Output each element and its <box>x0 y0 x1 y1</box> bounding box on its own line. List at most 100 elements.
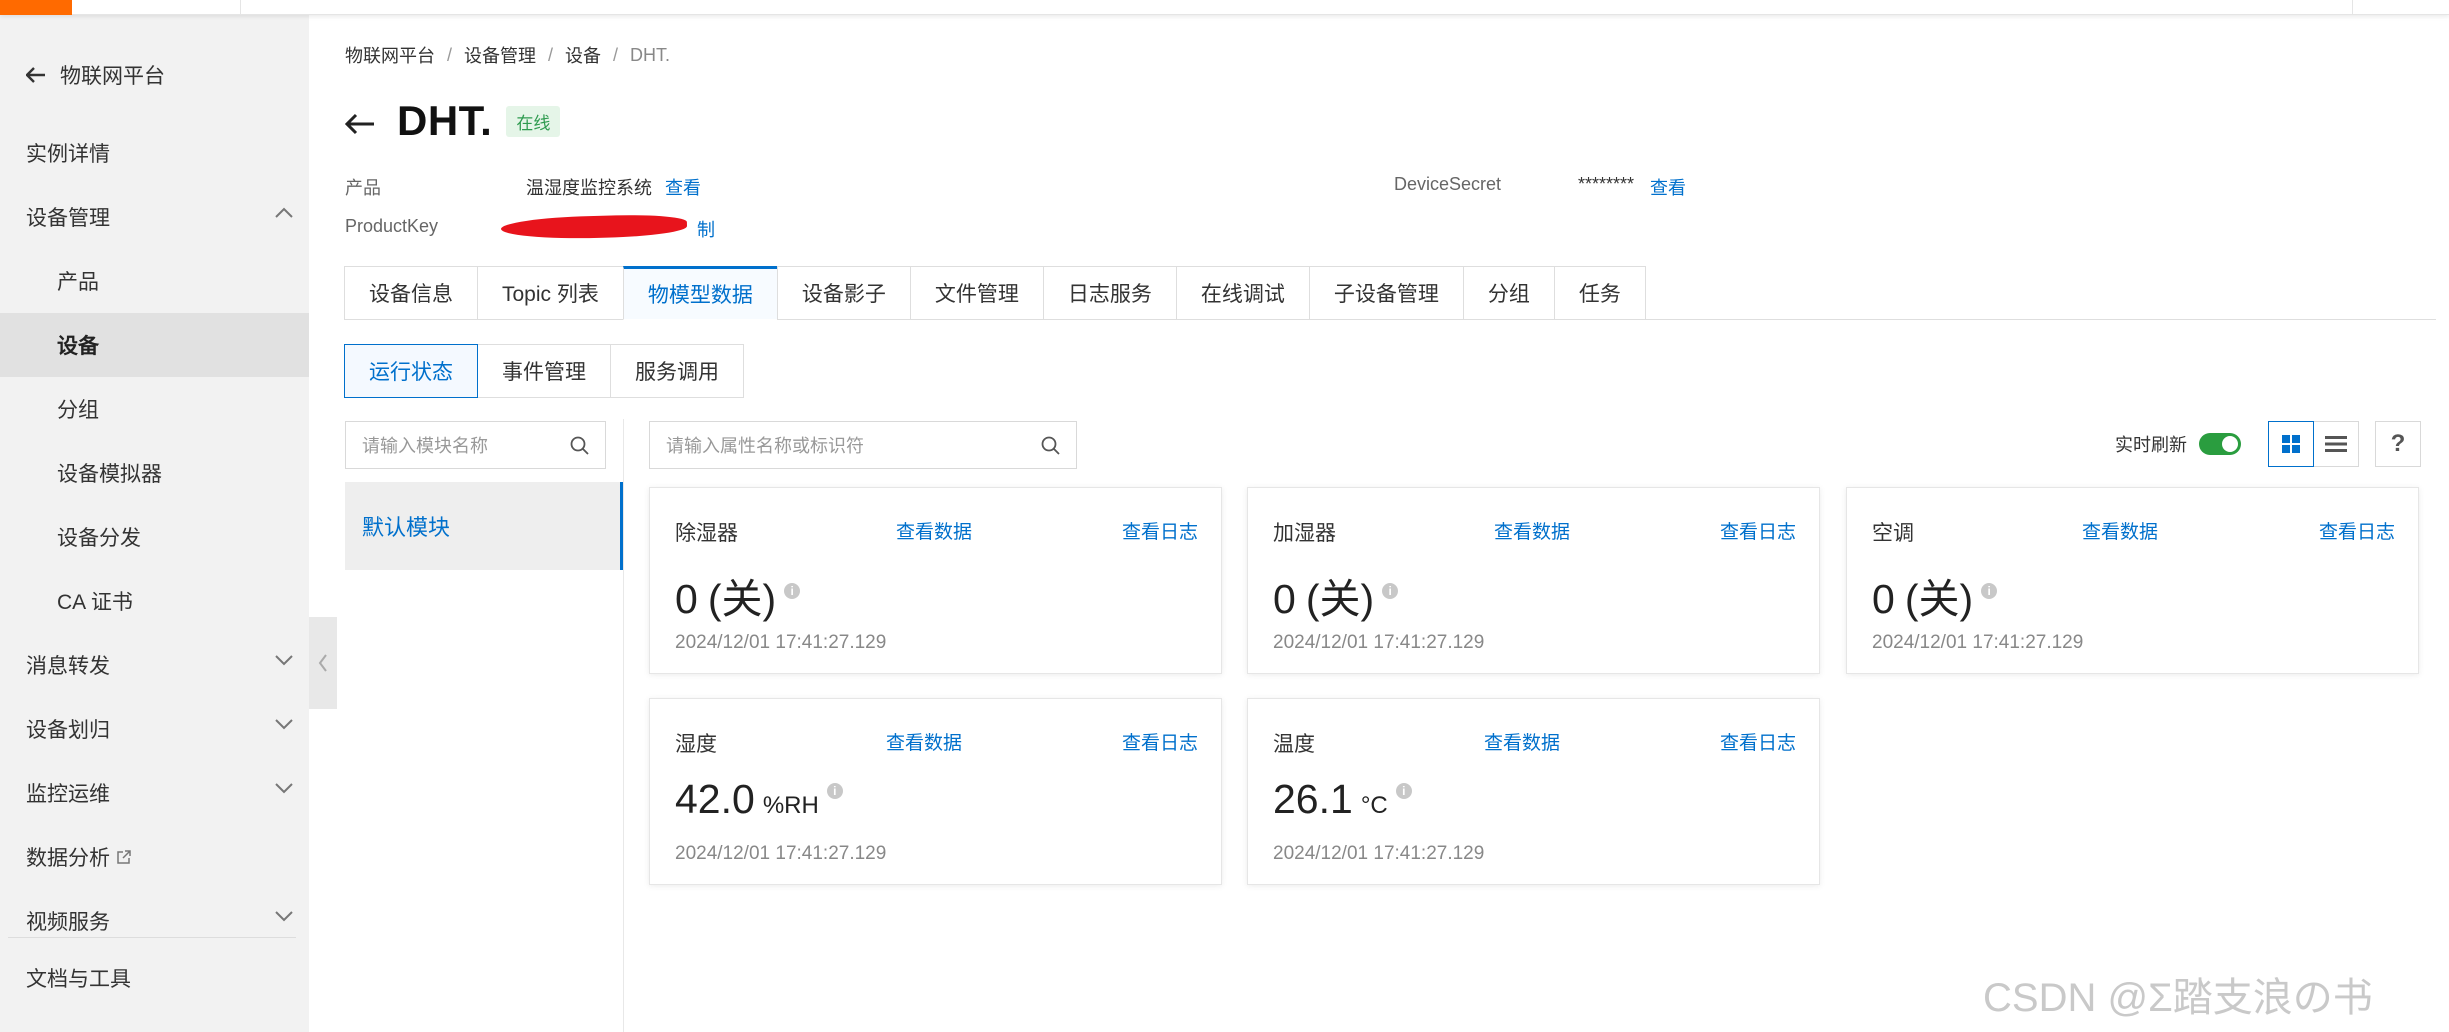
tab-tasks[interactable]: 任务 <box>1553 266 1646 320</box>
sidebar-item-label: 产品 <box>57 271 99 294</box>
module-search-input[interactable]: 请输入模块名称 <box>345 421 606 469</box>
search-icon[interactable] <box>570 436 589 455</box>
tab-sub-device-management[interactable]: 子设备管理 <box>1308 266 1464 320</box>
sidebar: 物联网平台 实例详情 设备管理 产品 设备 分组 设备模拟器 设备分发 CA 证… <box>0 15 309 1032</box>
sidebar-item-data-analysis[interactable]: 数据分析 <box>0 825 309 889</box>
info-icon[interactable]: i <box>1981 583 1998 599</box>
view-log-link[interactable]: 查看日志 <box>1720 517 1796 544</box>
value-number: 42.0 <box>675 776 755 822</box>
view-data-link[interactable]: 查看数据 <box>1484 728 1560 755</box>
sidebar-item-label: 设备 <box>57 335 99 358</box>
value-number: 0 <box>1872 576 1895 622</box>
view-data-link[interactable]: 查看数据 <box>2082 517 2158 544</box>
module-item-default[interactable]: 默认模块 <box>345 482 623 570</box>
sidebar-item-label: 设备模拟器 <box>57 463 162 486</box>
tab-online-debug[interactable]: 在线调试 <box>1175 266 1310 320</box>
subtab-service-calls[interactable]: 服务调用 <box>610 344 744 398</box>
sidebar-item-device-management[interactable]: 设备管理 <box>0 185 309 249</box>
view-data-link[interactable]: 查看数据 <box>1494 517 1570 544</box>
tab-thing-model-data[interactable]: 物模型数据 <box>622 266 778 320</box>
list-icon <box>2325 436 2347 452</box>
top-bar <box>0 0 2449 15</box>
sidebar-item-label: 设备分发 <box>57 527 141 550</box>
info-icon[interactable]: i <box>826 783 843 799</box>
redaction-mark <box>500 213 688 241</box>
divider <box>2352 0 2353 14</box>
tab-log-service[interactable]: 日志服务 <box>1042 266 1177 320</box>
sidebar-item-monitoring-ops[interactable]: 监控运维 <box>0 761 309 825</box>
back-to-platform[interactable]: 物联网平台 <box>26 55 165 95</box>
sidebar-item-device-distribution[interactable]: 设备分发 <box>0 505 309 569</box>
property-card-humidity: 湿度 查看数据 查看日志 42.0 %RH i 2024/12/01 17:41… <box>649 698 1222 885</box>
sidebar-item-message-forwarding[interactable]: 消息转发 <box>0 633 309 697</box>
grid-view-button[interactable] <box>2268 421 2314 467</box>
tab-groups[interactable]: 分组 <box>1462 266 1555 320</box>
sidebar-item-label: 消息转发 <box>26 655 110 678</box>
realtime-refresh-toggle[interactable] <box>2199 433 2241 455</box>
property-name: 除湿器 <box>675 522 738 545</box>
property-card-air-conditioner: 空调 查看数据 查看日志 0 (关) i 2024/12/01 17:41:27… <box>1846 487 2419 674</box>
view-log-link[interactable]: 查看日志 <box>1122 517 1198 544</box>
page-title: DHT. <box>397 97 493 144</box>
tab-file-management[interactable]: 文件管理 <box>909 266 1044 320</box>
watermark: CSDN @Σ踏支浪の书 <box>1983 976 2373 1020</box>
value-unit: (关) <box>1904 576 1974 622</box>
timestamp: 2024/12/01 17:41:27.129 <box>1273 632 1485 653</box>
property-card-temperature: 温度 查看数据 查看日志 26.1 °C i 2024/12/01 17:41:… <box>1247 698 1820 885</box>
divider <box>8 937 296 938</box>
grid-icon <box>2282 435 2300 453</box>
list-view-button[interactable] <box>2313 421 2359 467</box>
view-data-link[interactable]: 查看数据 <box>896 517 972 544</box>
sidebar-item-device-simulator[interactable]: 设备模拟器 <box>0 441 309 505</box>
sidebar-item-products[interactable]: 产品 <box>0 249 309 313</box>
devicesecret-value: ******** <box>1578 174 1635 194</box>
sidebar-item-groups[interactable]: 分组 <box>0 377 309 441</box>
value-number: 26.1 <box>1273 776 1353 822</box>
help-button[interactable]: ? <box>2375 421 2421 467</box>
sidebar-item-ca-certificate[interactable]: CA 证书 <box>0 569 309 633</box>
product-view-link[interactable]: 查看 <box>665 174 701 200</box>
view-data-link[interactable]: 查看数据 <box>886 728 962 755</box>
back-arrow-icon[interactable] <box>345 113 375 135</box>
tab-device-shadow[interactable]: 设备影子 <box>776 266 911 320</box>
breadcrumb-item[interactable]: 物联网平台 <box>345 42 435 68</box>
value-unit: (关) <box>1305 576 1375 622</box>
info-icon[interactable]: i <box>784 583 801 599</box>
productkey-copy-link[interactable]: 制 <box>697 216 715 242</box>
view-log-link[interactable]: 查看日志 <box>2319 517 2395 544</box>
devicesecret-view-link[interactable]: 查看 <box>1650 174 1686 200</box>
breadcrumb-item[interactable]: 设备 <box>565 42 601 68</box>
sidebar-item-devices[interactable]: 设备 <box>0 313 309 377</box>
value-number: 0 <box>675 576 698 622</box>
subtab-event-management[interactable]: 事件管理 <box>477 344 611 398</box>
timestamp: 2024/12/01 17:41:27.129 <box>1872 632 2084 653</box>
productkey-label: ProductKey <box>345 216 439 236</box>
sidebar-item-instance-details[interactable]: 实例详情 <box>0 121 309 185</box>
chevron-down-icon <box>275 719 293 730</box>
chevron-down-icon <box>275 655 293 666</box>
console-logo[interactable] <box>0 0 72 15</box>
arrow-left-icon <box>26 67 45 83</box>
breadcrumb: 物联网平台 / 设备管理 / 设备 / DHT. <box>345 42 670 68</box>
page-header: DHT. 在线 <box>345 97 561 145</box>
sidebar-item-device-assignment[interactable]: 设备划归 <box>0 697 309 761</box>
sidebar-item-video-service[interactable]: 视频服务 <box>0 889 309 953</box>
breadcrumb-item[interactable]: 设备管理 <box>464 42 536 68</box>
search-icon[interactable] <box>1041 436 1060 455</box>
chevron-down-icon <box>275 783 293 794</box>
sidebar-item-docs-tools[interactable]: 文档与工具 <box>0 946 309 1010</box>
sidebar-item-label: CA 证书 <box>57 591 133 614</box>
value-unit: °C <box>1360 792 1388 819</box>
view-log-link[interactable]: 查看日志 <box>1122 728 1198 755</box>
product-value: 温湿度监控系统 <box>526 178 652 198</box>
property-search-input[interactable]: 请输入属性名称或标识符 <box>649 421 1077 469</box>
breadcrumb-separator: / <box>447 44 453 65</box>
info-icon[interactable]: i <box>1395 783 1412 799</box>
subtab-running-status[interactable]: 运行状态 <box>344 344 478 398</box>
view-log-link[interactable]: 查看日志 <box>1720 728 1796 755</box>
tab-device-info[interactable]: 设备信息 <box>344 266 478 320</box>
property-card-dehumidifier: 除湿器 查看数据 查看日志 0 (关) i 2024/12/01 17:41:2… <box>649 487 1222 674</box>
devicesecret-label: DeviceSecret <box>1394 174 1502 194</box>
tab-topic-list[interactable]: Topic 列表 <box>477 266 624 320</box>
info-icon[interactable]: i <box>1382 583 1399 599</box>
